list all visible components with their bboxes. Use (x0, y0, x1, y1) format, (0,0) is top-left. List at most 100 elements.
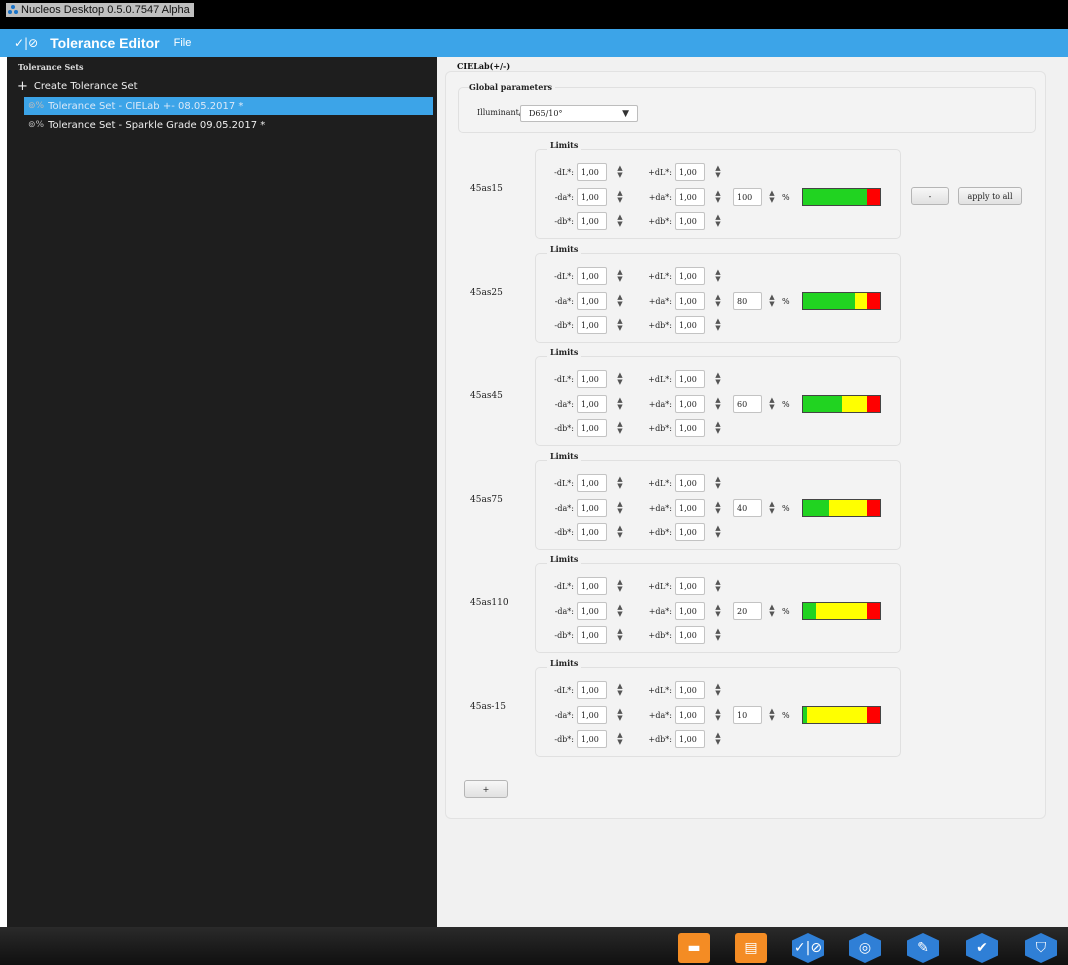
minus-da-stepper[interactable]: ▲ ▼ (607, 706, 633, 724)
percent-stepper[interactable]: ▲ ▼ (762, 706, 782, 724)
create-tolerance-set-button[interactable]: + Create Tolerance Set (17, 80, 138, 93)
plus-dl-input[interactable]: 1,00 (675, 474, 705, 492)
minus-db-input[interactable]: 1,00 (577, 419, 607, 437)
minus-dl-stepper[interactable]: ▲ ▼ (607, 681, 633, 699)
minus-da-stepper[interactable]: ▲ ▼ (607, 292, 633, 310)
minus-da-input[interactable]: 1,00 (577, 292, 607, 310)
plus-da-stepper[interactable]: ▲ ▼ (705, 395, 731, 413)
plus-da-input[interactable]: 1,00 (675, 602, 705, 620)
tolerance-set-item[interactable]: ⊚% Tolerance Set - Sparkle Grade 09.05.2… (24, 116, 433, 134)
plus-db-stepper[interactable]: ▲ ▼ (705, 212, 731, 230)
clipboard-icon[interactable]: ▤ (735, 933, 767, 963)
down-arrow-icon: ▼ (617, 585, 623, 593)
tolerance-editor-icon[interactable]: ✓|⊘ (792, 933, 824, 963)
percent-stepper[interactable]: ▲ ▼ (762, 602, 782, 620)
plus-da-input[interactable]: 1,00 (675, 395, 705, 413)
plus-db-input[interactable]: 1,00 (675, 523, 705, 541)
remove-button[interactable]: - (911, 187, 949, 205)
plus-dl-input[interactable]: 1,00 (675, 681, 705, 699)
percent-stepper[interactable]: ▲ ▼ (762, 292, 782, 310)
percent-input[interactable]: 80 (733, 292, 762, 310)
minus-da-stepper[interactable]: ▲ ▼ (607, 395, 633, 413)
minus-db-input[interactable]: 1,00 (577, 316, 607, 334)
illuminant-observer-select[interactable]: D65/10° ▼ (520, 105, 638, 122)
instrument-icon[interactable]: ✎ (907, 933, 939, 963)
minus-dl-input[interactable]: 1,00 (577, 681, 607, 699)
percent-stepper[interactable]: ▲ ▼ (762, 395, 782, 413)
plus-db-stepper[interactable]: ▲ ▼ (705, 419, 731, 437)
plus-dl-input[interactable]: 1,00 (675, 577, 705, 595)
percent-input[interactable]: 10 (733, 706, 762, 724)
minus-dl-input[interactable]: 1,00 (577, 474, 607, 492)
plus-db-stepper[interactable]: ▲ ▼ (705, 626, 731, 644)
minus-dl-stepper[interactable]: ▲ ▼ (607, 267, 633, 285)
plus-dl-stepper[interactable]: ▲ ▼ (705, 681, 731, 699)
minus-da-stepper[interactable]: ▲ ▼ (607, 602, 633, 620)
plus-dl-stepper[interactable]: ▲ ▼ (705, 577, 731, 595)
minus-dl-stepper[interactable]: ▲ ▼ (607, 370, 633, 388)
plus-da-stepper[interactable]: ▲ ▼ (705, 292, 731, 310)
minus-da-stepper[interactable]: ▲ ▼ (607, 499, 633, 517)
plus-da-input[interactable]: 1,00 (675, 292, 705, 310)
plus-dl-stepper[interactable]: ▲ ▼ (705, 474, 731, 492)
percent-input[interactable]: 40 (733, 499, 762, 517)
plus-db-input[interactable]: 1,00 (675, 419, 705, 437)
check-icon[interactable]: ✔ (966, 933, 998, 963)
minus-dl-stepper[interactable]: ▲ ▼ (607, 474, 633, 492)
minus-db-stepper[interactable]: ▲ ▼ (607, 626, 633, 644)
minus-db-stepper[interactable]: ▲ ▼ (607, 419, 633, 437)
measure-target-icon[interactable]: ◎ (849, 933, 881, 963)
tolerance-set-item[interactable]: ⊚% Tolerance Set - CIELab +- 08.05.2017 … (24, 97, 433, 115)
folder-icon[interactable]: ▬ (678, 933, 710, 963)
plus-dl-input[interactable]: 1,00 (675, 267, 705, 285)
minus-da-stepper[interactable]: ▲ ▼ (607, 188, 633, 206)
minus-dl-input[interactable]: 1,00 (577, 267, 607, 285)
percent-input[interactable]: 60 (733, 395, 762, 413)
plus-db-stepper[interactable]: ▲ ▼ (705, 730, 731, 748)
plus-da-input[interactable]: 1,00 (675, 706, 705, 724)
plus-da-input[interactable]: 1,00 (675, 499, 705, 517)
minus-da-input[interactable]: 1,00 (577, 188, 607, 206)
plus-da-input[interactable]: 1,00 (675, 188, 705, 206)
plus-db-stepper[interactable]: ▲ ▼ (705, 316, 731, 334)
minus-dl-input[interactable]: 1,00 (577, 370, 607, 388)
plus-db-input[interactable]: 1,00 (675, 626, 705, 644)
minus-dl-stepper[interactable]: ▲ ▼ (607, 163, 633, 181)
plus-dl-input[interactable]: 1,00 (675, 370, 705, 388)
minus-db-stepper[interactable]: ▲ ▼ (607, 316, 633, 334)
plus-da-stepper[interactable]: ▲ ▼ (705, 188, 731, 206)
percent-input[interactable]: 100 (733, 188, 762, 206)
plus-da-stepper[interactable]: ▲ ▼ (705, 706, 731, 724)
shield-check-icon[interactable]: ⛉ (1025, 933, 1057, 963)
minus-dl-input[interactable]: 1,00 (577, 163, 607, 181)
plus-da-stepper[interactable]: ▲ ▼ (705, 602, 731, 620)
plus-da-stepper[interactable]: ▲ ▼ (705, 499, 731, 517)
minus-dl-input[interactable]: 1,00 (577, 577, 607, 595)
add-angle-button[interactable]: + (464, 780, 508, 798)
minus-db-input[interactable]: 1,00 (577, 523, 607, 541)
minus-db-stepper[interactable]: ▲ ▼ (607, 523, 633, 541)
plus-dl-stepper[interactable]: ▲ ▼ (705, 163, 731, 181)
percent-stepper[interactable]: ▲ ▼ (762, 188, 782, 206)
plus-db-input[interactable]: 1,00 (675, 730, 705, 748)
plus-db-input[interactable]: 1,00 (675, 212, 705, 230)
percent-stepper[interactable]: ▲ ▼ (762, 499, 782, 517)
minus-db-input[interactable]: 1,00 (577, 626, 607, 644)
plus-db-input[interactable]: 1,00 (675, 316, 705, 334)
minus-da-input[interactable]: 1,00 (577, 499, 607, 517)
minus-dl-stepper[interactable]: ▲ ▼ (607, 577, 633, 595)
plus-dl-stepper[interactable]: ▲ ▼ (705, 267, 731, 285)
file-menu[interactable]: File (174, 37, 192, 49)
minus-db-input[interactable]: 1,00 (577, 730, 607, 748)
plus-dl-stepper[interactable]: ▲ ▼ (705, 370, 731, 388)
plus-dl-input[interactable]: 1,00 (675, 163, 705, 181)
percent-input[interactable]: 20 (733, 602, 762, 620)
minus-da-input[interactable]: 1,00 (577, 602, 607, 620)
minus-da-input[interactable]: 1,00 (577, 395, 607, 413)
apply-to-all-button[interactable]: apply to all (958, 187, 1022, 205)
plus-db-stepper[interactable]: ▲ ▼ (705, 523, 731, 541)
minus-db-stepper[interactable]: ▲ ▼ (607, 212, 633, 230)
minus-da-input[interactable]: 1,00 (577, 706, 607, 724)
minus-db-stepper[interactable]: ▲ ▼ (607, 730, 633, 748)
minus-db-input[interactable]: 1,00 (577, 212, 607, 230)
